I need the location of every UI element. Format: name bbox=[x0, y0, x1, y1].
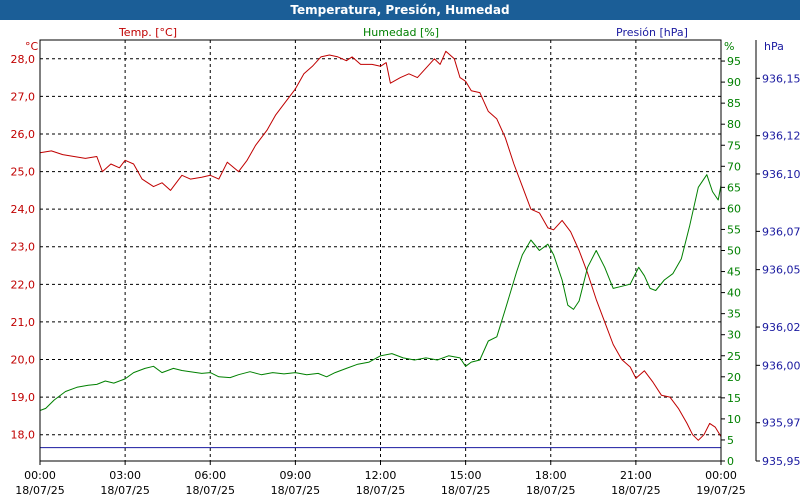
y-hum-tick-label: 15 bbox=[727, 392, 741, 405]
y-press-tick-label: 936,05 bbox=[762, 264, 800, 277]
y-temp-tick-label: 27,0 bbox=[11, 90, 36, 103]
x-tick-time-label: 06:00 bbox=[194, 469, 226, 482]
y-hum-tick-label: 75 bbox=[727, 139, 741, 152]
y-temp-tick-label: 28,0 bbox=[11, 53, 36, 66]
series-name-label: Temp. [°C] bbox=[118, 26, 177, 39]
y-hum-tick-label: 25 bbox=[727, 350, 741, 363]
y-hum-tick-label: 5 bbox=[727, 434, 734, 447]
series-name-label: Presión [hPa] bbox=[616, 26, 688, 39]
y-hum-tick-label: 70 bbox=[727, 160, 741, 173]
y-hum-tick-label: 60 bbox=[727, 202, 741, 215]
x-tick-time-label: 12:00 bbox=[365, 469, 397, 482]
x-tick-time-label: 21:00 bbox=[620, 469, 652, 482]
x-tick-date-label: 19/07/25 bbox=[696, 484, 745, 497]
y-press-tick-label: 936,00 bbox=[762, 359, 800, 372]
x-tick-date-label: 18/07/25 bbox=[356, 484, 405, 497]
y-temp-tick-label: 23,0 bbox=[11, 241, 36, 254]
x-tick-date-label: 18/07/25 bbox=[271, 484, 320, 497]
chart-title-bar: Temperatura, Presión, Humedad bbox=[0, 0, 800, 20]
y-temp-tick-label: 26,0 bbox=[11, 128, 36, 141]
y-temp-unit-label: °C bbox=[25, 40, 39, 53]
y-hum-tick-label: 65 bbox=[727, 181, 741, 194]
x-tick-time-label: 18:00 bbox=[535, 469, 567, 482]
y-temp-tick-label: 24,0 bbox=[11, 203, 36, 216]
y-hum-tick-label: 0 bbox=[727, 455, 734, 468]
y-hum-tick-label: 50 bbox=[727, 245, 741, 258]
y-temp-tick-label: 18,0 bbox=[11, 429, 36, 442]
y-temp-tick-label: 22,0 bbox=[11, 278, 36, 291]
y-hum-tick-label: 90 bbox=[727, 76, 741, 89]
y-press-tick-label: 936,15 bbox=[762, 72, 800, 85]
y-hum-tick-label: 20 bbox=[727, 371, 741, 384]
y-hum-tick-label: 40 bbox=[727, 287, 741, 300]
y-press-tick-label: 935,97 bbox=[762, 417, 800, 430]
x-tick-time-label: 09:00 bbox=[280, 469, 312, 482]
y-hum-tick-label: 55 bbox=[727, 223, 741, 236]
y-hum-tick-label: 35 bbox=[727, 308, 741, 321]
y-press-tick-label: 935,95 bbox=[762, 455, 800, 468]
y-hum-tick-label: 45 bbox=[727, 266, 741, 279]
x-tick-date-label: 18/07/25 bbox=[611, 484, 660, 497]
y-hum-unit-label: % bbox=[724, 40, 734, 53]
chart-title: Temperatura, Presión, Humedad bbox=[290, 3, 510, 17]
series-name-label: Humedad [%] bbox=[363, 26, 439, 39]
x-tick-time-label: 00:00 bbox=[24, 469, 56, 482]
y-hum-tick-label: 95 bbox=[727, 55, 741, 68]
x-tick-time-label: 03:00 bbox=[109, 469, 141, 482]
y-temp-tick-label: 21,0 bbox=[11, 316, 36, 329]
y-press-tick-label: 936,10 bbox=[762, 168, 800, 181]
x-tick-time-label: 15:00 bbox=[450, 469, 482, 482]
y-hum-tick-label: 85 bbox=[727, 97, 741, 110]
x-tick-date-label: 18/07/25 bbox=[186, 484, 235, 497]
y-temp-tick-label: 25,0 bbox=[11, 166, 36, 179]
y-hum-tick-label: 30 bbox=[727, 329, 741, 342]
chart: 00:00 18/07/25 03:00 18/07/25 06:00 18/07/25 0… bbox=[11, 26, 800, 497]
x-tick-date-label: 18/07/25 bbox=[441, 484, 490, 497]
y-press-tick-label: 936,02 bbox=[762, 321, 800, 334]
y-press-tick-label: 936,12 bbox=[762, 130, 800, 143]
x-tick-date-label: 18/07/25 bbox=[526, 484, 575, 497]
x-tick-date-label: 18/07/25 bbox=[15, 484, 64, 497]
y-temp-tick-label: 20,0 bbox=[11, 354, 36, 367]
y-press-unit-label: hPa bbox=[764, 40, 784, 53]
x-tick-date-label: 18/07/25 bbox=[100, 484, 149, 497]
y-hum-tick-label: 80 bbox=[727, 118, 741, 131]
y-hum-tick-label: 10 bbox=[727, 413, 741, 426]
y-temp-tick-label: 19,0 bbox=[11, 391, 36, 404]
x-tick-time-label: 00:00 bbox=[705, 469, 737, 482]
y-press-tick-label: 936,07 bbox=[762, 225, 800, 238]
